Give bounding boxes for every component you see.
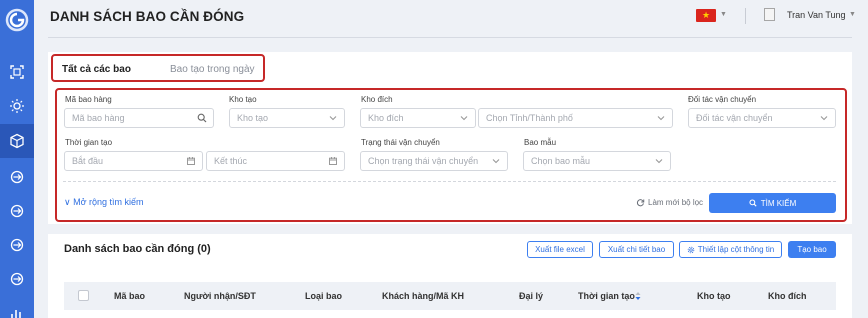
cycle-icon	[10, 204, 24, 218]
chevron-down-icon	[819, 113, 829, 123]
bag-code-placeholder: Mã bao hàng	[72, 113, 125, 123]
column-header-customer[interactable]: Khách hàng/Mã KH	[382, 291, 464, 301]
avatar[interactable]	[764, 8, 775, 21]
chevron-down-icon	[491, 156, 501, 166]
shipping-status-select[interactable]: Chọn trạng thái vận chuyển	[360, 151, 508, 171]
cycle-icon	[10, 238, 24, 252]
start-date-placeholder: Bắt đầu	[72, 156, 104, 166]
sidebar-item-scan[interactable]	[0, 55, 34, 89]
destination-warehouse-placeholder: Kho đích	[368, 113, 404, 123]
bag-code-input[interactable]: Mã bao hàng	[64, 108, 214, 128]
chevron-down-icon[interactable]: ▼	[849, 11, 856, 18]
calendar-icon[interactable]	[328, 156, 338, 166]
bag-template-select[interactable]: Chọn bao mẫu	[523, 151, 671, 171]
chart-icon	[11, 310, 21, 318]
page-title: DANH SÁCH BAO CẦN ĐÓNG	[50, 9, 245, 24]
header-divider	[745, 8, 746, 24]
shipping-status-label: Trạng thái vận chuyển	[361, 138, 440, 147]
search-button-label: TÌM KIẾM	[760, 198, 797, 208]
carrier-select[interactable]: Đối tác vận chuyển	[688, 108, 836, 128]
column-header-recipient[interactable]: Người nhận/SĐT	[184, 291, 256, 301]
end-date-input[interactable]: Kết thúc	[206, 151, 345, 171]
sidebar-item-cycle-2[interactable]	[0, 194, 34, 228]
province-select[interactable]: Chọn Tỉnh/Thành phố	[478, 108, 673, 128]
tab-all-bags[interactable]: Tất cả các bao	[62, 64, 131, 75]
sidebar-item-chart[interactable]	[0, 296, 34, 318]
bag-code-label: Mã bao hàng	[65, 95, 112, 104]
column-settings-label: Thiết lập cột thông tin	[697, 245, 775, 254]
origin-warehouse-label: Kho tạo	[229, 95, 257, 104]
column-header-agent[interactable]: Đại lý	[519, 291, 543, 301]
bag-template-label: Bao mẫu	[524, 138, 557, 147]
tab-bags-today[interactable]: Bao tạo trong ngày	[170, 64, 255, 75]
export-excel-button[interactable]: Xuất file excel	[527, 241, 593, 258]
vietnam-flag-icon[interactable]: ★	[696, 9, 716, 22]
header-divider-line	[48, 37, 852, 38]
start-date-input[interactable]: Bắt đầu	[64, 151, 203, 171]
brand-logo-icon[interactable]	[5, 8, 29, 32]
destination-warehouse-label: Kho đích	[361, 95, 393, 104]
list-title: Danh sách bao cần đóng (0)	[64, 243, 211, 255]
column-header-bag-type[interactable]: Loại bao	[305, 291, 342, 301]
create-bag-button[interactable]: Tạo bao	[788, 241, 836, 258]
tab-bar: Tất cả các bao Bao tạo trong ngày	[51, 54, 265, 82]
reset-filter-label: Làm mới bộ lọc	[648, 198, 704, 207]
sidebar-item-cycle-1[interactable]	[0, 160, 34, 194]
carrier-label: Đối tác vận chuyển	[688, 95, 757, 104]
scan-icon	[10, 65, 24, 79]
shipping-status-placeholder: Chọn trạng thái vận chuyển	[368, 156, 479, 166]
expand-search-label: Mở rộng tìm kiếm	[73, 197, 144, 207]
chevron-down-icon: ∨	[64, 197, 71, 207]
calendar-icon[interactable]	[186, 156, 196, 166]
search-icon	[749, 199, 757, 207]
sidebar-item-package[interactable]	[0, 124, 34, 158]
select-all-checkbox[interactable]	[78, 290, 89, 301]
end-date-placeholder: Kết thúc	[214, 156, 248, 166]
gear-icon	[687, 246, 695, 253]
search-icon[interactable]	[197, 113, 207, 123]
cycle-icon	[10, 272, 24, 286]
created-time-label: Thời gian tạo	[65, 138, 113, 147]
user-name[interactable]: Tran Van Tung	[787, 10, 846, 20]
bag-template-placeholder: Chọn bao mẫu	[531, 156, 591, 166]
chevron-down-icon	[656, 113, 666, 123]
column-header-bag-code[interactable]: Mã bao	[114, 291, 145, 301]
destination-warehouse-select[interactable]: Kho đích	[360, 108, 476, 128]
column-header-origin-warehouse[interactable]: Kho tạo	[697, 291, 731, 301]
sidebar-item-cycle-4[interactable]	[0, 262, 34, 296]
origin-warehouse-select[interactable]: Kho tạo	[229, 108, 345, 128]
expand-search-link[interactable]: ∨ Mở rộng tìm kiếm	[64, 197, 144, 208]
sun-icon	[10, 99, 24, 113]
sort-icon[interactable]	[634, 291, 642, 301]
carrier-placeholder: Đối tác vận chuyển	[696, 113, 773, 123]
export-detail-button[interactable]: Xuất chi tiết bao	[599, 241, 674, 258]
column-settings-button[interactable]: Thiết lập cột thông tin	[679, 241, 782, 258]
province-placeholder: Chọn Tỉnh/Thành phố	[486, 113, 573, 123]
package-icon	[10, 133, 24, 149]
column-header-created-time[interactable]: Thời gian tạo	[578, 291, 635, 301]
chevron-down-icon	[459, 113, 469, 123]
origin-warehouse-placeholder: Kho tạo	[237, 113, 269, 123]
top-header: DANH SÁCH BAO CẦN ĐÓNG ★ ▼ Tran Van Tung…	[34, 0, 868, 40]
sidebar-item-sun[interactable]	[0, 89, 34, 123]
chevron-down-icon[interactable]: ▼	[720, 11, 727, 18]
cycle-icon	[10, 170, 24, 184]
column-header-destination-warehouse[interactable]: Kho đích	[768, 291, 807, 301]
chevron-down-icon	[654, 156, 664, 166]
refresh-icon	[636, 199, 645, 207]
reset-filter-link[interactable]: Làm mới bộ lọc	[636, 198, 703, 207]
search-button[interactable]: TÌM KIẾM	[709, 193, 836, 213]
filter-divider	[63, 181, 836, 182]
chevron-down-icon	[328, 113, 338, 123]
sidebar-item-cycle-3[interactable]	[0, 228, 34, 262]
sidebar	[0, 0, 34, 318]
